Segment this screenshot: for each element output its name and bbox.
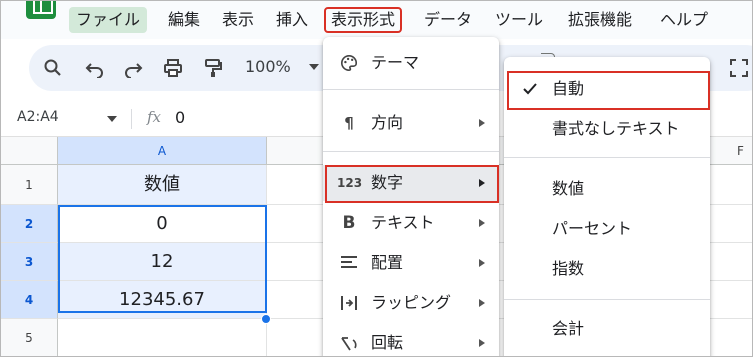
row-header-5[interactable]: 5 <box>1 319 58 356</box>
submenu-item-label: パーセント <box>552 219 633 238</box>
wrap-icon <box>341 296 357 310</box>
menu-data[interactable]: データ <box>417 7 479 33</box>
cell-a5[interactable] <box>58 319 267 356</box>
column-header-a[interactable]: A <box>58 137 267 165</box>
redo-icon[interactable] <box>123 58 143 78</box>
menu-file[interactable]: ファイル <box>69 7 148 33</box>
spreadsheet-window: ファイル 編集 表示 挿入 表示形式 データ ツール 拡張機能 ヘルプ 100%… <box>0 0 753 357</box>
submenu-arrow-icon <box>479 119 485 127</box>
menu-insert[interactable]: 挿入 <box>269 7 315 33</box>
submenu-item-automatic[interactable]: 自動 <box>504 71 710 107</box>
menu-item-label: テーマ <box>371 53 420 72</box>
menu-edit[interactable]: 編集 <box>161 7 207 33</box>
menu-item-label: ラッピング <box>371 293 452 312</box>
menu-divider <box>504 157 710 158</box>
menu-item-label: 配置 <box>371 253 404 272</box>
rotate-icon <box>341 337 357 351</box>
menu-format[interactable]: 表示形式 <box>324 7 403 33</box>
align-icon <box>341 256 357 268</box>
paint-format-icon[interactable] <box>203 58 223 78</box>
search-icon[interactable] <box>43 58 63 78</box>
select-all-corner[interactable] <box>1 137 58 165</box>
menu-item-direction[interactable]: ¶ 方向 <box>323 105 499 141</box>
cell-a3[interactable]: 12 <box>58 243 267 281</box>
row-header-2[interactable]: 2 <box>1 205 58 243</box>
submenu-item-accounting[interactable]: 会計 <box>504 311 710 347</box>
number-format-submenu: 自動 書式なしテキスト 数値 パーセント 指数 会計 <box>504 57 710 356</box>
menu-item-label: テキスト <box>371 213 435 232</box>
format-menu: テーマ ¶ 方向 123 数字 B テキスト 配置 ラッピング 回転 <box>323 37 499 356</box>
menu-item-number[interactable]: 123 数字 <box>323 165 499 201</box>
submenu-arrow-icon <box>479 299 485 307</box>
submenu-item-percent[interactable]: パーセント <box>504 211 710 247</box>
submenu-item-plain-text[interactable]: 書式なしテキスト <box>504 111 710 147</box>
print-icon[interactable] <box>163 58 183 78</box>
undo-icon[interactable] <box>85 58 105 78</box>
name-box[interactable]: A2:A4 <box>17 109 59 125</box>
zoom-select[interactable]: 100% <box>245 57 291 76</box>
checkmark-icon <box>523 83 537 95</box>
menu-view[interactable]: 表示 <box>215 7 261 33</box>
column-header-f[interactable]: F <box>737 137 744 165</box>
submenu-arrow-icon <box>479 339 485 347</box>
submenu-item-label: 書式なしテキスト <box>552 119 680 138</box>
expand-icon[interactable] <box>729 58 749 78</box>
menu-help[interactable]: ヘルプ <box>653 7 715 33</box>
submenu-item-label: 自動 <box>552 79 585 98</box>
cell-a1[interactable]: 数値 <box>58 165 267 205</box>
menu-item-text[interactable]: B テキスト <box>323 205 499 241</box>
submenu-item-scientific[interactable]: 指数 <box>504 251 710 287</box>
zoom-dropdown-icon[interactable] <box>309 62 319 72</box>
menu-item-rotation[interactable]: 回転 <box>323 325 499 356</box>
formula-divider <box>131 109 132 129</box>
cell-a2[interactable]: 0 <box>58 205 267 243</box>
menu-item-alignment[interactable]: 配置 <box>323 245 499 281</box>
bold-b-icon: B <box>342 213 356 233</box>
submenu-arrow-icon <box>479 259 485 267</box>
menu-extensions[interactable]: 拡張機能 <box>561 7 639 33</box>
menu-divider <box>323 151 499 152</box>
formula-input[interactable]: 0 <box>175 108 185 127</box>
row-header-4[interactable]: 4 <box>1 281 58 319</box>
123-icon: 123 <box>337 176 363 190</box>
menu-item-wrapping[interactable]: ラッピング <box>323 285 499 321</box>
menu-item-label: 数字 <box>371 173 404 192</box>
row-header-3[interactable]: 3 <box>1 243 58 281</box>
menu-item-label: 方向 <box>371 113 404 132</box>
row-header-1[interactable]: 1 <box>1 165 58 205</box>
submenu-item-label: 指数 <box>552 259 585 278</box>
menu-bar: ファイル 編集 表示 挿入 表示形式 データ ツール 拡張機能 ヘルプ <box>1 1 752 39</box>
submenu-item-label: 数値 <box>552 179 585 198</box>
menu-item-theme[interactable]: テーマ <box>323 45 499 81</box>
fill-handle[interactable] <box>261 314 271 324</box>
submenu-item-label: 会計 <box>552 319 585 338</box>
submenu-item-number[interactable]: 数値 <box>504 171 710 207</box>
name-box-dropdown-icon[interactable] <box>107 116 117 122</box>
menu-divider <box>323 89 499 90</box>
menu-item-label: 回転 <box>371 333 404 352</box>
paragraph-direction-icon: ¶ <box>344 114 354 132</box>
fx-icon: fx <box>147 108 162 126</box>
sheets-logo-icon[interactable] <box>26 1 56 19</box>
menu-tools[interactable]: ツール <box>488 7 550 33</box>
palette-icon <box>341 54 358 72</box>
submenu-arrow-icon <box>479 179 485 187</box>
cell-a4[interactable]: 12345.67 <box>58 281 267 319</box>
submenu-arrow-icon <box>479 219 485 227</box>
menu-divider <box>504 299 710 300</box>
